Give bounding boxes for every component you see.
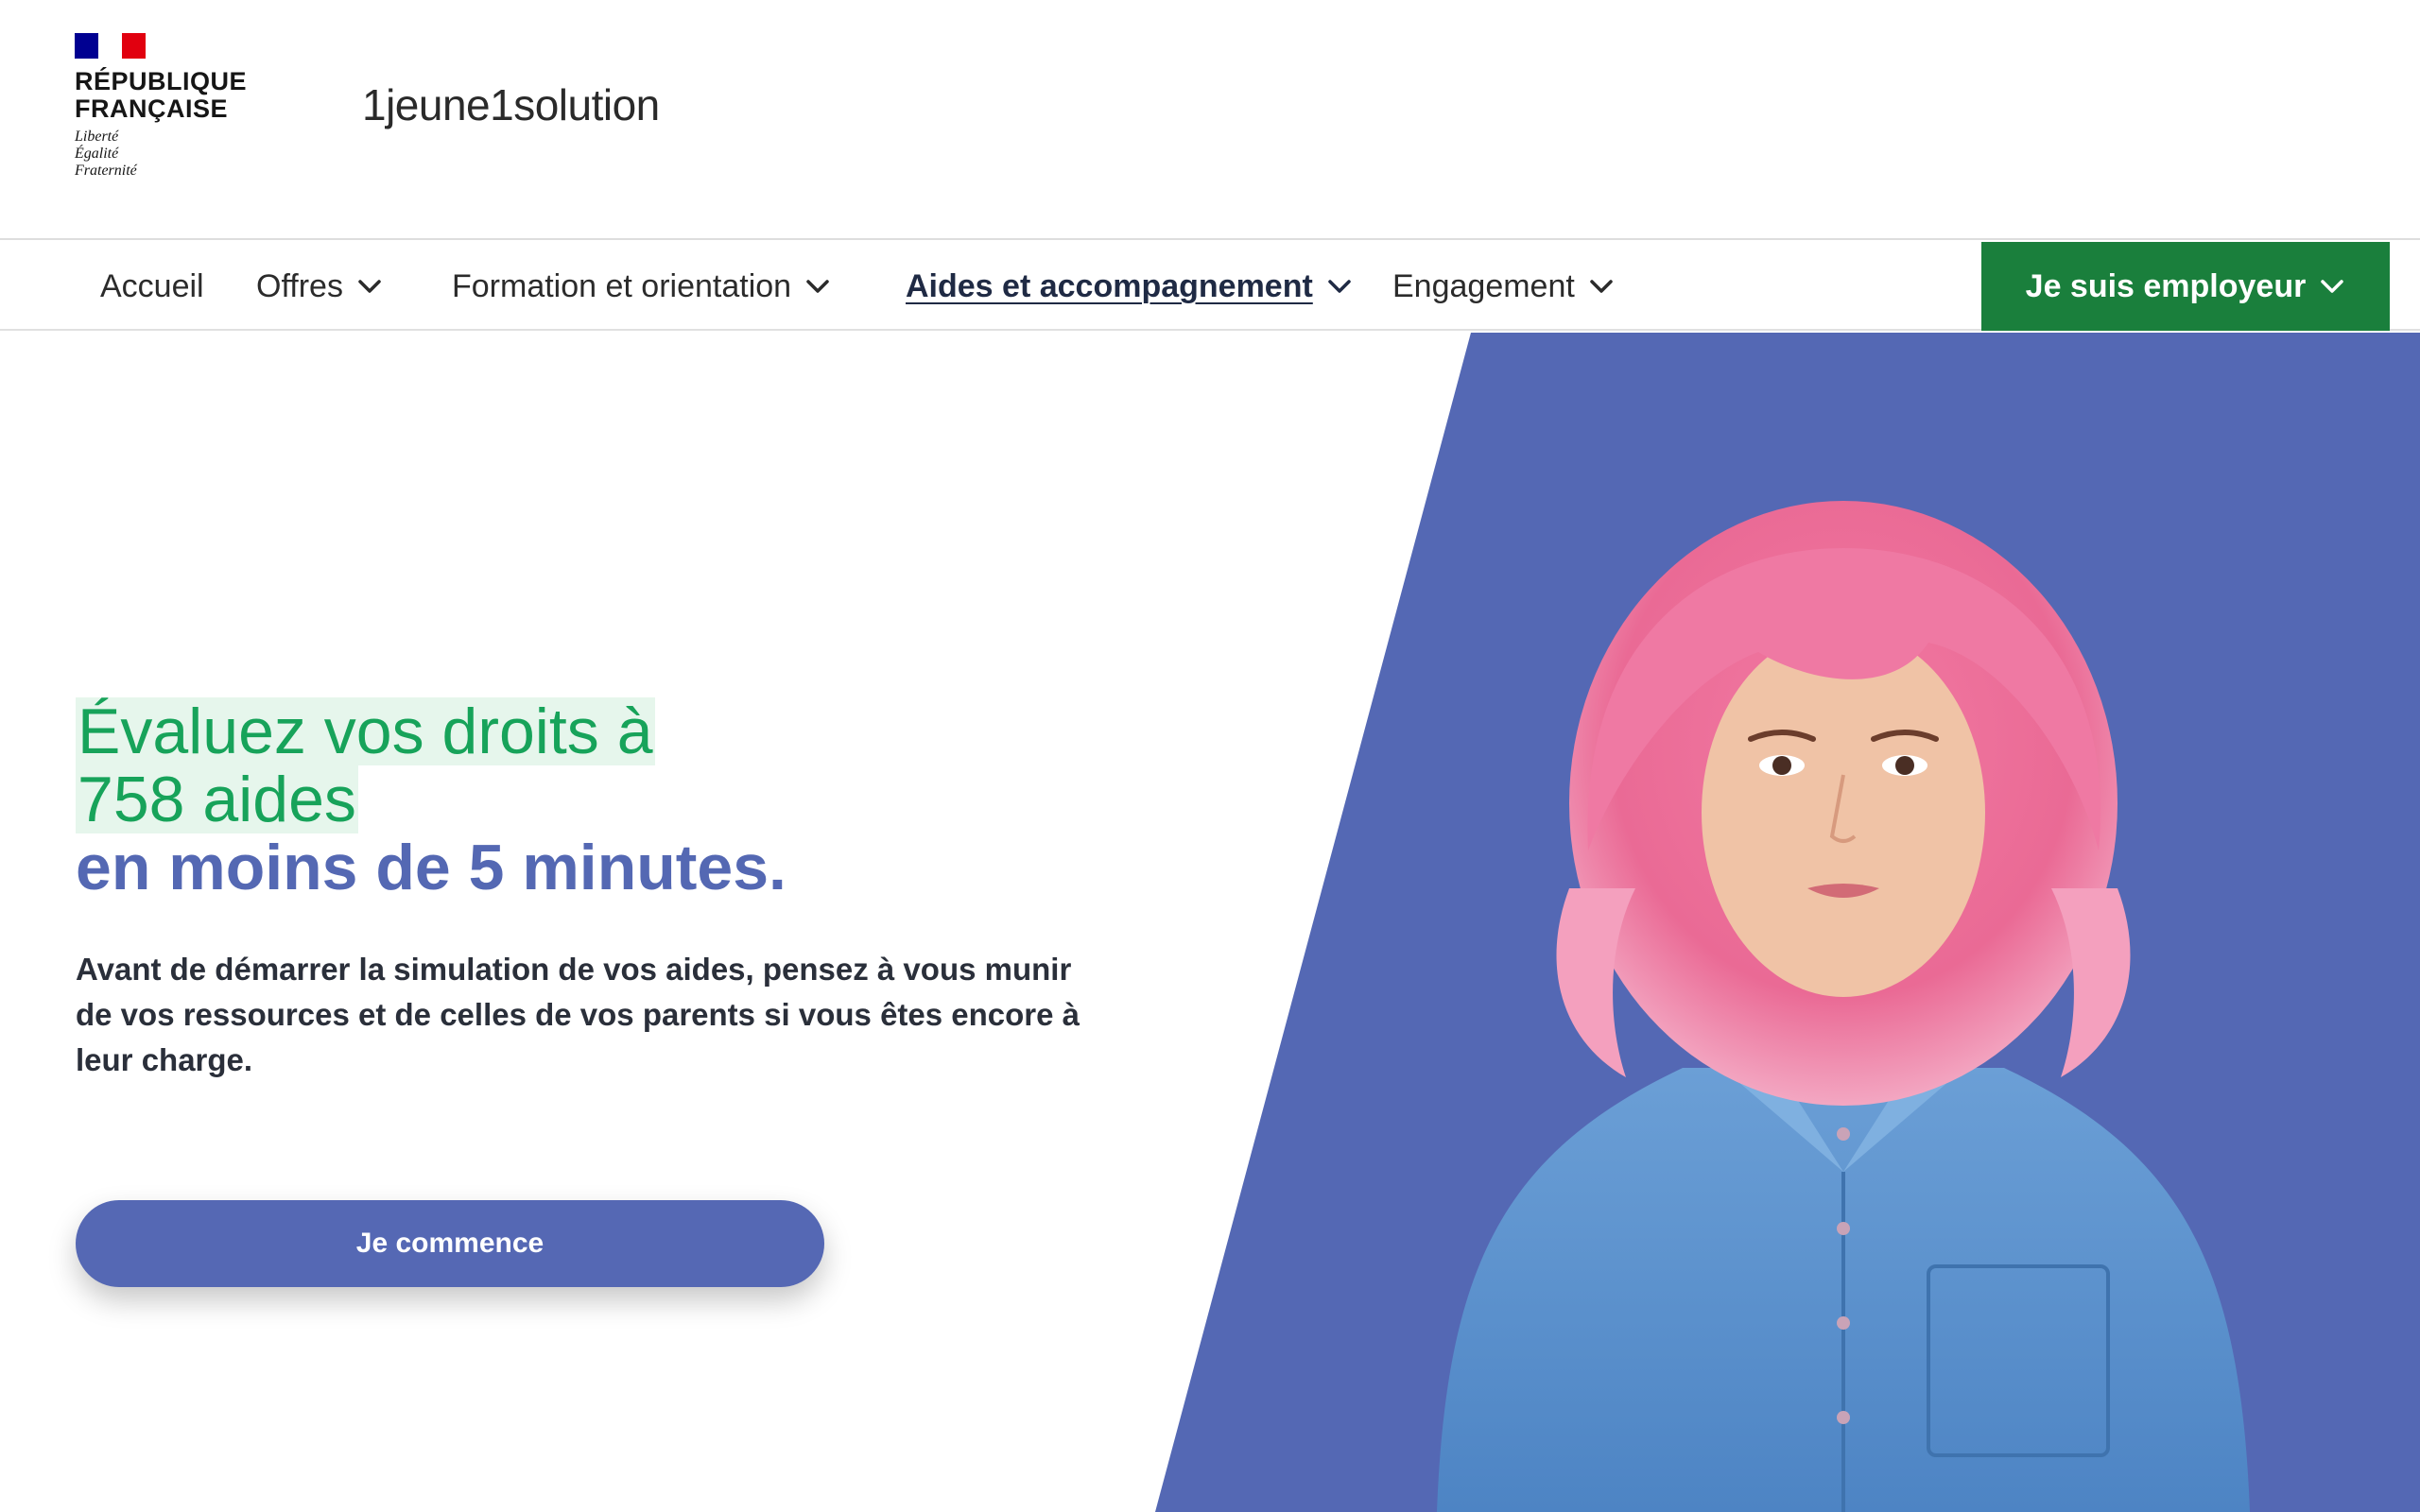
chevron-down-icon xyxy=(2319,277,2345,296)
republique-francaise-title: République Française xyxy=(75,68,264,123)
employer-menu-button[interactable]: Je suis employeur xyxy=(1981,242,2390,331)
nav-item-label: Offres xyxy=(256,267,343,304)
nav-item-label: Formation et orientation xyxy=(452,267,792,304)
nav-item-aides-accompagnement[interactable]: Aides et accompagnement xyxy=(906,242,1353,331)
motto-liberte: Liberté xyxy=(75,129,119,145)
nav-item-accueil[interactable]: Accueil xyxy=(100,242,204,331)
gov-title-line-1: République xyxy=(75,67,248,95)
nav-item-engagement[interactable]: Engagement xyxy=(1392,242,1615,331)
hero-portrait-image xyxy=(1437,501,2250,1512)
nav-item-offres[interactable]: Offres xyxy=(256,242,383,331)
hero-text: Évaluez vos droits à 758 aides en moins … xyxy=(76,697,1115,1083)
marianne-flag-icon xyxy=(75,33,146,59)
motto-egalite: Égalité xyxy=(75,146,119,162)
gov-title-line-2: Française xyxy=(75,94,229,123)
nav-item-label: Engagement xyxy=(1392,267,1575,304)
headline-line-2: 758 aides xyxy=(76,764,358,835)
nav-item-label: Aides et accompagnement xyxy=(906,267,1313,304)
intro-paragraph: Avant de démarrer la simulation de vos a… xyxy=(76,952,1080,1077)
main-navigation: Accueil Offres Formation et orientation … xyxy=(0,242,2420,331)
motto-fraternite: Fraternité xyxy=(75,163,137,179)
chevron-down-icon xyxy=(1326,277,1353,296)
employer-button-label: Je suis employeur xyxy=(2025,267,2307,304)
republique-francaise-logo[interactable]: République Française Liberté Égalité Fra… xyxy=(75,33,264,184)
site-header: République Française Liberté Égalité Fra… xyxy=(0,0,2420,240)
site-name[interactable]: 1jeune1solution xyxy=(362,79,660,130)
start-button-label: Je commence xyxy=(355,1228,544,1259)
chevron-down-icon xyxy=(356,277,383,296)
chevron-down-icon xyxy=(1588,277,1615,296)
headline-line-1: Évaluez vos droits à xyxy=(76,696,655,767)
start-simulation-button[interactable]: Je commence xyxy=(76,1200,824,1287)
headline-line-3: en moins de 5 minutes. xyxy=(76,832,786,903)
nav-item-label: Accueil xyxy=(100,267,204,304)
nav-item-formation-orientation[interactable]: Formation et orientation xyxy=(452,242,831,331)
chevron-down-icon xyxy=(804,277,831,296)
gov-motto: Liberté Égalité Fraternité xyxy=(75,129,264,180)
